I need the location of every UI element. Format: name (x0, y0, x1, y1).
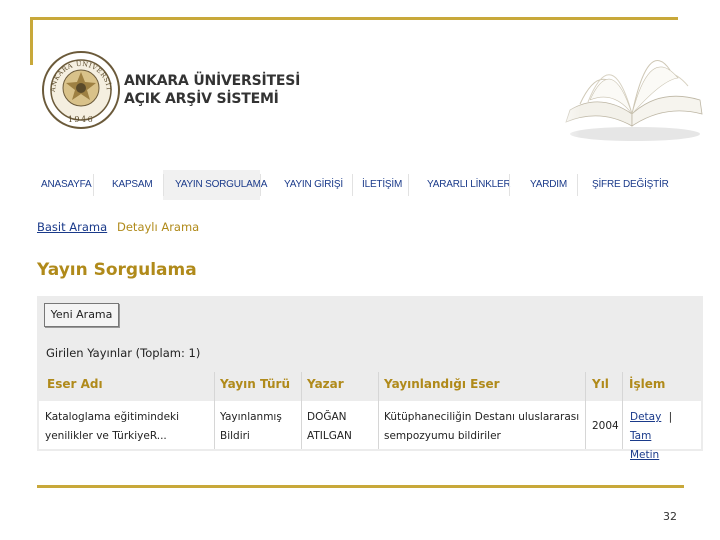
column-separator (585, 372, 586, 449)
nav-separator (163, 174, 164, 196)
header-eser-adi: Eser Adı (47, 377, 103, 391)
main-nav-bar: ANASAYFA KAPSAM YAYIN SORGULAMA YAYIN Gİ… (37, 170, 703, 200)
nav-item-yararli-linkler[interactable]: YARARLI LİNKLER (427, 179, 511, 190)
frame-top-line (30, 17, 678, 20)
nav-item-iletisim[interactable]: İLETİŞİM (362, 179, 402, 190)
page-title: Yayın Sorgulama (37, 260, 197, 280)
slide-number: 32 (663, 510, 677, 523)
column-separator (378, 372, 379, 449)
cell-yayin-turu-line-2: Bildiri (220, 430, 250, 442)
cell-yazar-line-1: DOĞAN (307, 411, 347, 423)
new-search-button[interactable]: Yeni Arama (44, 303, 119, 327)
column-separator (622, 372, 623, 449)
header-yazar: Yazar (307, 377, 344, 391)
brand-title: ANKARA ÜNİVERSİTESİ AÇIK ARŞİV SİSTEMİ (124, 72, 300, 108)
column-separator (214, 372, 215, 449)
frame-left-line (30, 17, 33, 65)
cell-islem: Detay | Tam Metin (630, 408, 700, 465)
cell-eser-adi-line-1: Kataloglama eğitimindeki (45, 411, 180, 423)
nav-item-anasayfa[interactable]: ANASAYFA (41, 179, 92, 190)
cell-yayin-turu: Yayınlanmış Bildiri (220, 408, 300, 446)
nav-item-yayin-sorgulama[interactable]: YAYIN SORGULAMA (175, 179, 267, 190)
cell-eser-adi-line-2: yenilikler ve TürkiyeR... (45, 430, 167, 442)
nav-separator (352, 174, 353, 196)
nav-separator (577, 174, 578, 196)
frame-bottom-line (37, 485, 684, 488)
results-count: Girilen Yayınlar (Toplam: 1) (46, 346, 201, 360)
brand-line-1: ANKARA ÜNİVERSİTESİ (124, 73, 301, 89)
column-separator (301, 372, 302, 449)
nav-item-kapsam[interactable]: KAPSAM (112, 179, 153, 190)
university-seal-logo: ANKARA ÜNİVERSİTESİ 1946 (41, 40, 120, 129)
brand-line-2: AÇIK ARŞİV SİSTEMİ (124, 91, 279, 107)
header-yayin-turu: Yayın Türü (220, 377, 291, 391)
detay-link[interactable]: Detay (630, 411, 661, 423)
nav-separator (408, 174, 409, 196)
cell-yayinlandigi-eser-line-1: Kütüphaneciliğin Destanı uluslararası (384, 411, 580, 423)
table-row: Kataloglama eğitimindeki yenilikler ve T… (39, 401, 701, 461)
nav-item-yayin-girisi[interactable]: YAYIN GİRİŞİ (284, 179, 343, 190)
cell-yil: 2004 (592, 420, 619, 432)
cell-yayinlandigi-eser: Kütüphaneciliğin Destanı uluslararası se… (384, 408, 584, 446)
open-book-image (550, 30, 703, 150)
cell-eser-adi: Kataloglama eğitimindeki yenilikler ve T… (45, 408, 213, 446)
islem-separator: | (668, 411, 673, 423)
cell-yazar: DOĞAN ATILGAN (307, 408, 377, 446)
results-table-header: Eser Adı Yayın Türü Yazar Yayınlandığı E… (37, 370, 703, 400)
detayli-arama-link[interactable]: Detaylı Arama (117, 220, 199, 234)
header-islem: İşlem (629, 377, 666, 391)
nav-separator (260, 174, 261, 196)
tam-metin-link-line-2[interactable]: Metin (630, 449, 659, 461)
header-yayinlandigi-eser: Yayınlandığı Eser (384, 377, 500, 391)
nav-separator (509, 174, 510, 196)
nav-item-sifre-degistir[interactable]: ŞİFRE DEĞİŞTİR (592, 179, 669, 190)
nav-item-yardim[interactable]: YARDIM (530, 179, 567, 190)
logo-year: 1946 (68, 115, 94, 124)
nav-separator (93, 174, 94, 196)
tam-metin-link[interactable]: Tam (630, 430, 651, 442)
cell-yayin-turu-line-1: Yayınlanmış (220, 411, 282, 423)
basit-arama-link[interactable]: Basit Arama (37, 220, 107, 234)
header-yil: Yıl (592, 377, 609, 391)
cell-yazar-line-2: ATILGAN (307, 430, 352, 442)
cell-yayinlandigi-eser-line-2: sempozyumu bildiriler (384, 430, 501, 442)
